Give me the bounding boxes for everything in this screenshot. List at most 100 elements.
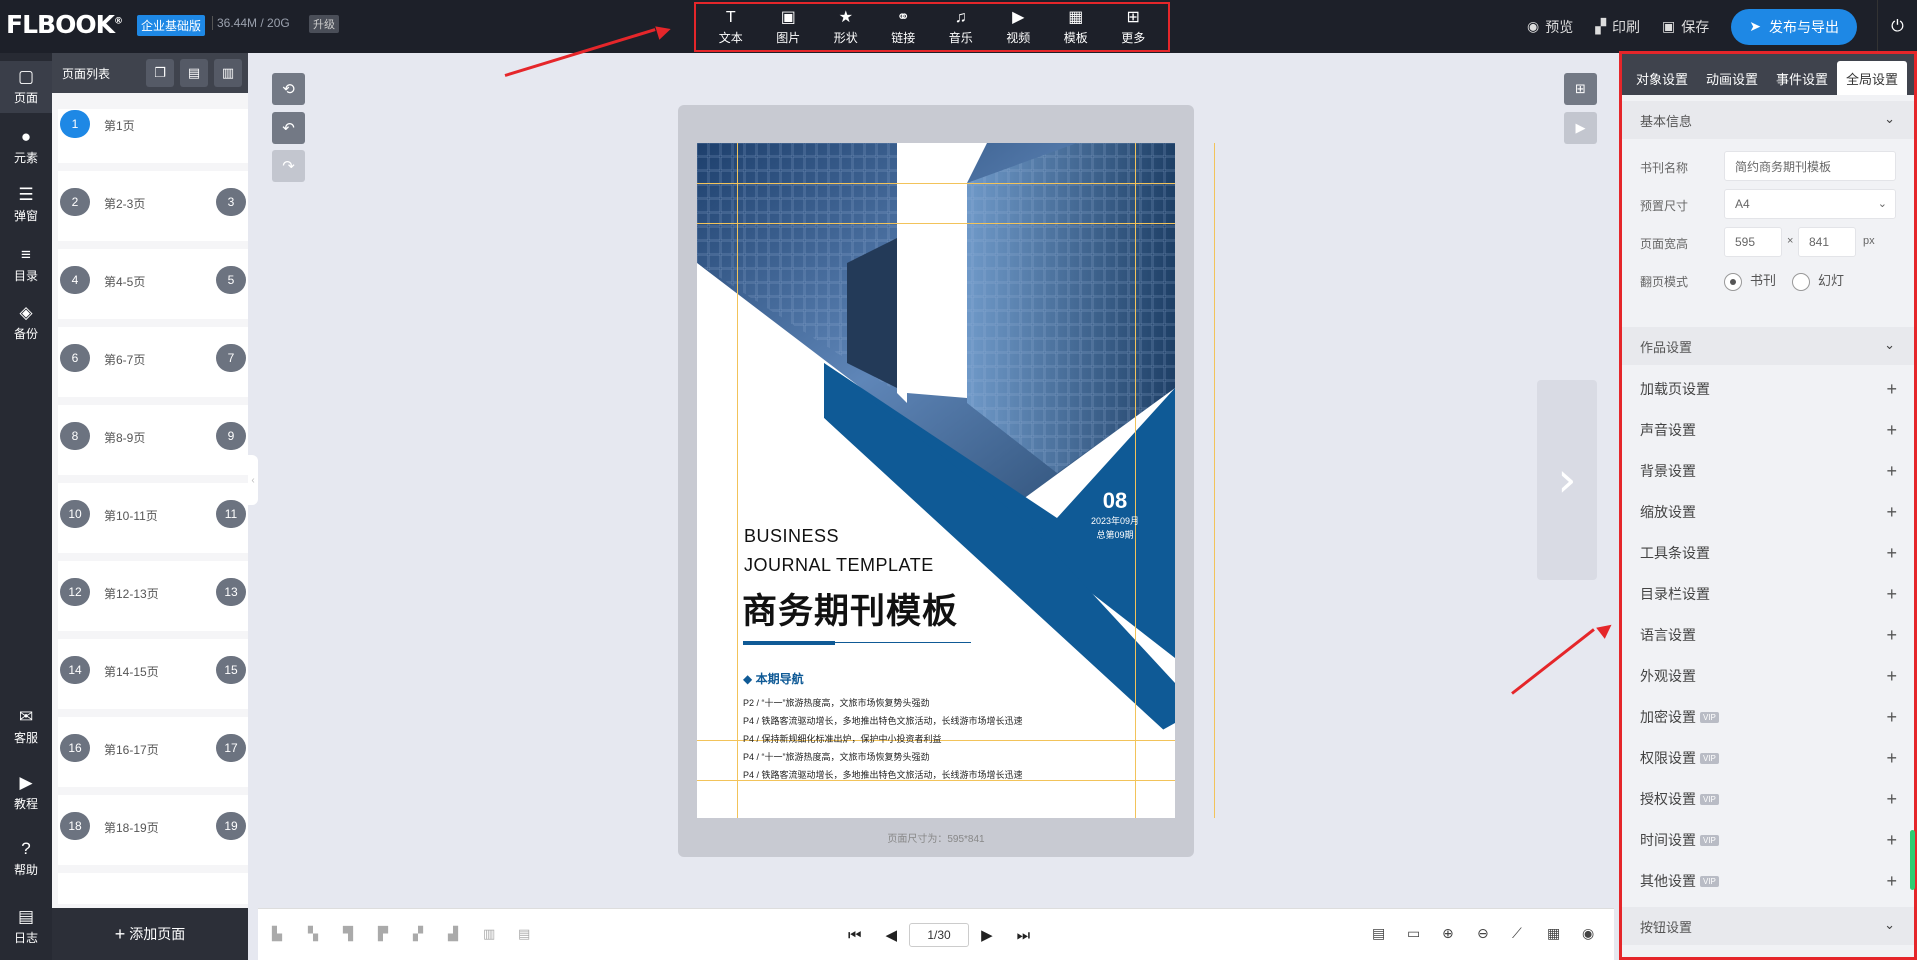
redo-button[interactable]: ↷ [272,150,305,182]
nav-log[interactable]: ▤ 日志 [0,907,52,955]
settings-item[interactable]: 加载页设置 + [1621,369,1917,409]
settings-item[interactable]: 语言设置 + [1621,615,1917,655]
ruler-icon[interactable]: ⟋ [1512,925,1522,942]
plus-icon: + [1886,706,1897,727]
toolbar-template-button[interactable]: ▦ 模板 [1052,9,1100,46]
settings-item[interactable]: 授权设置 VIP + [1621,779,1917,819]
next-page-arrow[interactable]: › [1537,380,1597,580]
align-center-icon[interactable]: ▚ [308,926,318,942]
toolbar-star-button[interactable]: ★ 形状 [822,9,870,46]
settings-item[interactable]: 加密设置 VIP + [1621,697,1917,737]
plus-icon: + [1886,378,1897,399]
eye-icon: ◉ [1527,18,1540,34]
page-list-item[interactable]: 1 第1页 [58,109,248,163]
settings-circle-icon[interactable]: ◉ [1582,925,1594,942]
radio-checked-icon [1724,272,1742,291]
page-list-item[interactable]: 12 第12-13页 13 [58,561,248,631]
copy-page-button[interactable]: ❐ [146,59,174,87]
toolbar-music-button[interactable]: ♫ 音乐 [937,9,985,46]
settings-tab[interactable]: 对象设置 [1627,61,1697,95]
preview-button[interactable]: ◉ 预览 [1527,17,1573,37]
next-page-icon[interactable]: ▶ [981,926,993,944]
page-list-item[interactable]: 16 第16-17页 17 [58,717,248,787]
page-height-input[interactable]: 841 [1798,227,1856,257]
preset-size-select[interactable]: A4 ⌄ [1724,189,1896,219]
print-button[interactable]: ▞ 印刷 [1595,17,1640,37]
double-page-icon[interactable]: ▭ [1407,925,1420,942]
settings-tab[interactable]: 全局设置 [1837,61,1908,95]
page-list-item[interactable] [58,873,248,904]
grid-icon[interactable]: ▦ [1547,925,1560,942]
page-list-item[interactable]: 8 第8-9页 9 [58,405,248,475]
settings-item[interactable]: 其他设置 VIP + [1621,861,1917,901]
work-settings-section[interactable]: 作品设置 ⌄ [1621,327,1917,365]
toolbar-more-button[interactable]: ⊞ 更多 [1109,9,1157,46]
nav-layers[interactable]: ◈ 备份 [0,297,52,347]
distribute-horizontal-icon[interactable]: ▥ [483,926,495,942]
publish-export-button[interactable]: ➤ 发布与导出 [1731,8,1857,45]
page-list-item[interactable]: 4 第4-5页 5 [58,249,248,319]
page-list-item[interactable]: 18 第18-19页 19 [58,795,248,865]
add-page-view-button[interactable]: ⊞ [1564,73,1597,105]
settings-item[interactable]: 声音设置 + [1621,410,1917,450]
first-page-icon[interactable]: ⏮ [848,927,862,944]
settings-item[interactable]: 外观设置 + [1621,656,1917,696]
settings-item[interactable]: 工具条设置 + [1621,533,1917,573]
page-width-input[interactable]: 595 [1724,227,1782,257]
align-middle-icon[interactable]: ▞ [413,926,423,942]
nav-help[interactable]: ? 帮助 [0,839,52,887]
collapse-panel-handle[interactable]: ‹ [248,455,258,505]
settings-item[interactable]: 权限设置 VIP + [1621,738,1917,778]
align-top-icon[interactable]: ▛ [378,926,388,942]
page-list-item[interactable]: 14 第14-15页 15 [58,639,248,709]
undo-button[interactable]: ↶ [272,112,305,144]
duplicate-page-button[interactable]: ▤ [180,59,208,87]
nav-popup[interactable]: ☰ 弹窗 [0,179,52,229]
english-title-line-2: JOURNAL TEMPLATE [744,555,934,575]
toolbar-link-button[interactable]: ⚭ 链接 [879,9,927,46]
page-list-item[interactable]: 2 第2-3页 3 [58,171,248,241]
toolbar-image-button[interactable]: ▣ 图片 [764,9,812,46]
settings-tab[interactable]: 事件设置 [1767,61,1837,95]
zoom-in-icon[interactable]: ⊕ [1442,925,1454,942]
play-button[interactable]: ▶ [1564,112,1597,144]
last-page-icon[interactable]: ⏭ [1017,927,1031,944]
panel-scrollbar[interactable] [1910,830,1915,890]
distribute-vertical-icon[interactable]: ▤ [518,926,530,942]
nav-chat[interactable]: ✉ 客服 [0,707,52,755]
align-right-icon[interactable]: ▜ [343,926,353,942]
plus-icon: + [1886,419,1897,440]
book-name-input[interactable]: 简约商务期刊模板 [1724,151,1896,181]
page-list-item[interactable]: 10 第10-11页 11 [58,483,248,553]
settings-tab[interactable]: 动画设置 [1697,61,1767,95]
add-page-button[interactable]: + 添加页面 [52,908,248,960]
settings-item[interactable]: 缩放设置 + [1621,492,1917,532]
nav-elements[interactable]: ● 元素 [0,121,52,171]
flip-book-radio[interactable]: 书刊 [1724,270,1776,291]
settings-item[interactable]: 时间设置 VIP + [1621,820,1917,860]
delete-page-button[interactable]: ▥ [214,59,242,87]
settings-item[interactable]: 背景设置 + [1621,451,1917,491]
single-page-icon[interactable]: ▤ [1372,925,1385,942]
page-list-item[interactable]: 6 第6-7页 7 [58,327,248,397]
page-number-input[interactable] [909,923,970,947]
basic-info-section[interactable]: 基本信息 ⌄ [1621,101,1917,139]
power-icon[interactable]: ⏻ [1877,0,1917,53]
upgrade-button[interactable]: 升级 [309,15,339,33]
toolbar-text-button[interactable]: T 文本 [707,9,755,46]
settings-item[interactable]: 目录栏设置 + [1621,574,1917,614]
flip-slide-radio[interactable]: 幻灯 [1792,270,1844,291]
toolbar-play-circle-button[interactable]: ▶ 视频 [994,9,1042,46]
align-left-icon[interactable]: ▙ [272,926,282,942]
page-number-badge: 6 [60,344,90,372]
prev-page-icon[interactable]: ◀ [886,926,898,944]
button-settings-section[interactable]: 按钮设置 ⌄ [1621,907,1917,945]
history-button[interactable]: ⟲ [272,73,305,105]
nav-toc[interactable]: ≡ 目录 [0,239,52,289]
nav-page[interactable]: ▢ 页面 [0,61,52,113]
align-bottom-icon[interactable]: ▟ [448,926,458,942]
save-button[interactable]: ▣ 保存 [1662,17,1709,37]
nav-tutorial[interactable]: ▶ 教程 [0,773,52,821]
zoom-out-icon[interactable]: ⊖ [1477,925,1489,942]
cover-page[interactable]: 08 2023年09月 总第09期 BUSINESS JOURNAL TEMPL… [697,143,1175,818]
